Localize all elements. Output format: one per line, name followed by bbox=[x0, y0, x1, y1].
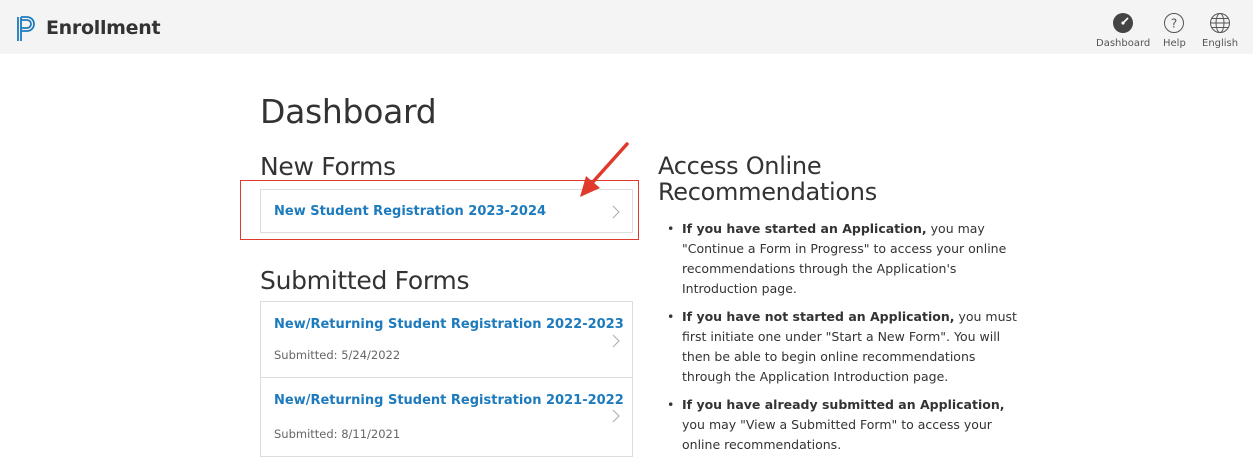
svg-text:?: ? bbox=[1171, 17, 1177, 31]
recommendation-text: you may "View a Submitted Form" to acces… bbox=[682, 417, 992, 452]
dashboard-gauge-icon bbox=[1113, 13, 1134, 33]
new-forms-title: New Forms bbox=[260, 152, 396, 181]
app-title: Enrollment bbox=[46, 17, 161, 39]
recommendation-item: • If you have started an Application, you… bbox=[655, 219, 1017, 299]
annotation-arrow-icon bbox=[580, 142, 629, 197]
recommendation-bold: If you have already submitted an Applica… bbox=[682, 397, 1005, 412]
submitted-form-card[interactable]: New/Returning Student Registration 2021-… bbox=[260, 377, 633, 457]
help-circle-icon: ? bbox=[1164, 13, 1185, 33]
submitted-forms-title: Submitted Forms bbox=[260, 266, 470, 295]
recommendation-item: • If you have already submitted an Applic… bbox=[655, 395, 1017, 455]
bullet: • bbox=[667, 309, 675, 324]
bullet: • bbox=[667, 221, 675, 236]
chevron-right-icon bbox=[612, 334, 620, 348]
recommendation-item: • If you have not started an Application,… bbox=[655, 307, 1017, 387]
recommendation-bold: If you have not started an Application, bbox=[682, 309, 955, 324]
submitted-date: Submitted: 5/24/2022 bbox=[274, 348, 401, 362]
bullet: • bbox=[667, 397, 675, 412]
nav-language-label: English bbox=[1202, 38, 1239, 49]
chevron-right-icon bbox=[612, 409, 620, 423]
submitted-form-link[interactable]: New/Returning Student Registration 2021-… bbox=[274, 393, 624, 408]
nav-dashboard-label: Dashboard bbox=[1096, 38, 1151, 49]
globe-icon bbox=[1210, 13, 1231, 33]
logo-icon[interactable] bbox=[16, 16, 36, 42]
recommendation-bold: If you have started an Application, bbox=[682, 221, 927, 236]
nav-language[interactable]: English bbox=[1202, 12, 1238, 49]
submitted-form-card[interactable]: New/Returning Student Registration 2022-… bbox=[260, 301, 633, 378]
top-bar: Enrollment Dashboard ? Help English bbox=[0, 0, 1253, 54]
page-title: Dashboard bbox=[260, 92, 437, 131]
nav-help-label: Help bbox=[1163, 38, 1186, 49]
submitted-date: Submitted: 8/11/2021 bbox=[274, 427, 401, 441]
nav-dashboard[interactable]: Dashboard bbox=[1096, 12, 1150, 49]
submitted-form-link[interactable]: New/Returning Student Registration 2022-… bbox=[274, 317, 624, 332]
recommendations-list: • If you have started an Application, you… bbox=[655, 219, 1017, 463]
recommendations-title: Access Online Recommendations bbox=[658, 152, 877, 206]
nav-help[interactable]: ? Help bbox=[1163, 12, 1186, 49]
